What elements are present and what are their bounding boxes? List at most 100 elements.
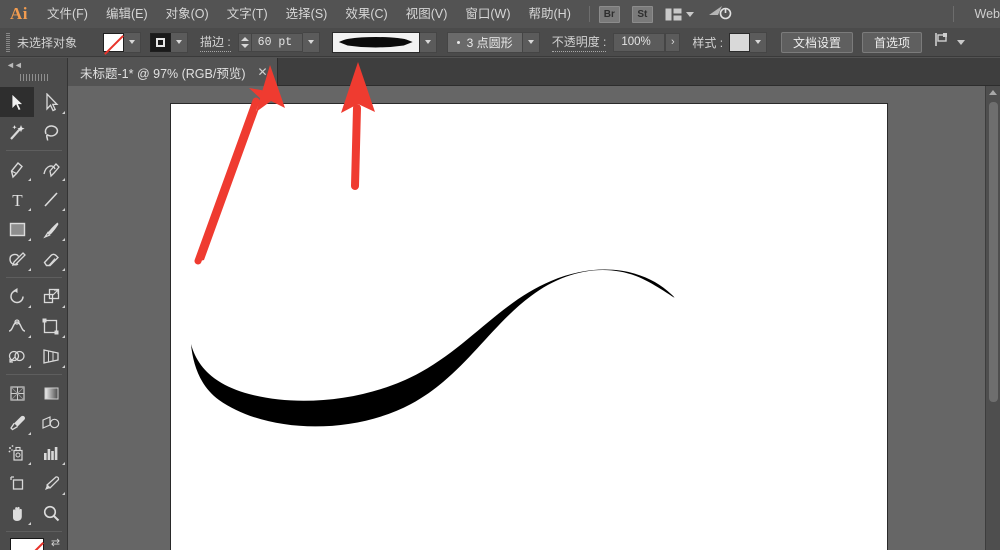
- workspace-chevron-down-icon[interactable]: [686, 12, 694, 17]
- fill-color-swatch[interactable]: [10, 538, 44, 550]
- brush-preview-swatch[interactable]: [332, 32, 420, 53]
- lasso-tool[interactable]: [34, 117, 68, 147]
- brush-preview-chevron-down-icon[interactable]: [420, 32, 437, 53]
- magic-wand-tool[interactable]: [0, 117, 34, 147]
- menu-view[interactable]: 视图(V): [397, 0, 457, 28]
- menu-file[interactable]: 文件(F): [38, 0, 97, 28]
- scale-tool[interactable]: [34, 281, 68, 311]
- brush-definition-field[interactable]: 3 点圆形: [447, 32, 523, 53]
- fill-swatch-group[interactable]: [103, 32, 141, 53]
- tool-corner-triangle-icon: [28, 432, 31, 435]
- eraser-tool[interactable]: [34, 244, 68, 274]
- workspace-switcher-icon[interactable]: [665, 8, 682, 21]
- brush-shape-icon: [339, 37, 413, 48]
- line-segment-tool[interactable]: [34, 184, 68, 214]
- shape-builder-tool[interactable]: [0, 341, 34, 371]
- artwork-brush-stroke[interactable]: [171, 104, 889, 550]
- brush-preview-group[interactable]: [332, 32, 437, 53]
- symbol-sprayer-tool[interactable]: [0, 438, 34, 468]
- tool-corner-triangle-icon: [28, 238, 31, 241]
- cloud-sync-icon[interactable]: [708, 4, 732, 25]
- stroke-swatch[interactable]: [150, 33, 171, 52]
- tool-corner-triangle-icon: [62, 365, 65, 368]
- gradient-tool[interactable]: [34, 378, 68, 408]
- menu-effect[interactable]: 效果(C): [336, 0, 396, 28]
- stroke-swatch-group[interactable]: [150, 32, 188, 53]
- column-graph-tool[interactable]: [34, 438, 68, 468]
- rotate-tool[interactable]: [0, 281, 34, 311]
- fill-swatch[interactable]: [103, 33, 124, 52]
- curvature-tool[interactable]: [34, 154, 68, 184]
- stroke-chevron-down-icon[interactable]: [171, 32, 188, 53]
- canvas-area[interactable]: [68, 86, 1000, 550]
- selection-tool[interactable]: [0, 87, 34, 117]
- opacity-group[interactable]: 100% ›: [613, 33, 680, 52]
- tool-corner-triangle-icon: [28, 462, 31, 465]
- stroke-weight-group[interactable]: 60 pt: [238, 32, 320, 53]
- direct-selection-tool[interactable]: [34, 87, 68, 117]
- fill-chevron-down-icon[interactable]: [124, 32, 141, 53]
- preferences-button[interactable]: 首选项: [862, 32, 922, 53]
- style-group[interactable]: [729, 32, 767, 53]
- shaper-pencil-tool[interactable]: [0, 244, 34, 274]
- stroke-weight-label[interactable]: 描边 :: [200, 33, 231, 52]
- stroke-weight-stepper[interactable]: [238, 33, 251, 52]
- mesh-tool[interactable]: [0, 378, 34, 408]
- swap-fill-stroke-icon[interactable]: ⇄: [49, 537, 62, 550]
- toolbar-row-group-2: T: [0, 154, 68, 274]
- tool-corner-triangle-icon: [28, 522, 31, 525]
- scroll-up-icon[interactable]: [989, 90, 997, 95]
- menu-type[interactable]: 文字(T): [218, 0, 277, 28]
- artboard[interactable]: [170, 103, 888, 550]
- stroke-weight-input[interactable]: 60 pt: [251, 33, 303, 52]
- artboard-tool[interactable]: [0, 468, 34, 498]
- menu-help[interactable]: 帮助(H): [520, 0, 580, 28]
- toolbar-row-group-1: [0, 87, 68, 147]
- opacity-label[interactable]: 不透明度 :: [552, 33, 607, 52]
- style-swatch[interactable]: [729, 33, 750, 52]
- brush-definition-chevron-down-icon[interactable]: [523, 32, 540, 53]
- workspace-name-label[interactable]: Web: [963, 7, 1000, 21]
- brush-definition-group[interactable]: 3 点圆形: [447, 32, 540, 53]
- opacity-input[interactable]: 100%: [613, 33, 665, 52]
- eyedropper-tool[interactable]: [0, 408, 34, 438]
- menu-edit[interactable]: 编辑(E): [97, 0, 157, 28]
- rectangle-tool[interactable]: [0, 214, 34, 244]
- document-tab[interactable]: 未标题-1* @ 97% (RGB/预览) ✕: [68, 58, 278, 86]
- tool-corner-triangle-icon: [62, 305, 65, 308]
- vertical-scrollbar-thumb[interactable]: [989, 102, 998, 402]
- hand-tool[interactable]: [0, 498, 34, 528]
- style-chevron-down-icon[interactable]: [750, 32, 767, 53]
- toolbar-grip[interactable]: [20, 72, 48, 82]
- paintbrush-tool[interactable]: [34, 214, 68, 244]
- tool-corner-triangle-icon: [28, 335, 31, 338]
- align-icon[interactable]: [934, 32, 952, 52]
- menu-object[interactable]: 对象(O): [157, 0, 218, 28]
- pen-tool[interactable]: [0, 154, 34, 184]
- free-transform-tool[interactable]: [34, 311, 68, 341]
- perspective-grid-tool[interactable]: [34, 341, 68, 371]
- menu-window[interactable]: 窗口(W): [456, 0, 519, 28]
- toolbar-row-group-3: [0, 281, 68, 371]
- bridge-icon[interactable]: Br: [599, 6, 620, 23]
- zoom-tool[interactable]: [34, 498, 68, 528]
- tool-corner-triangle-icon: [62, 462, 65, 465]
- tool-corner-triangle-icon: [28, 305, 31, 308]
- slice-tool[interactable]: [34, 468, 68, 498]
- app-logo: Ai: [0, 0, 38, 28]
- tool-corner-triangle-icon: [28, 365, 31, 368]
- document-setup-button[interactable]: 文档设置: [781, 32, 853, 53]
- stroke-weight-chevron-down-icon[interactable]: [303, 32, 320, 53]
- align-chevron-down-icon[interactable]: [957, 40, 965, 45]
- close-icon[interactable]: ✕: [258, 66, 268, 78]
- toolbar-divider-1: [6, 150, 62, 151]
- width-tool[interactable]: [0, 311, 34, 341]
- opacity-expand-icon[interactable]: ›: [665, 33, 680, 52]
- stock-icon[interactable]: St: [632, 6, 653, 23]
- toolbar-collapse-icon[interactable]: ◄◄: [0, 58, 67, 72]
- type-tool[interactable]: T: [0, 184, 34, 214]
- control-bar-grip[interactable]: [6, 33, 10, 52]
- menu-select[interactable]: 选择(S): [277, 0, 337, 28]
- blend-tool[interactable]: [34, 408, 68, 438]
- vertical-scrollbar[interactable]: [985, 86, 1000, 550]
